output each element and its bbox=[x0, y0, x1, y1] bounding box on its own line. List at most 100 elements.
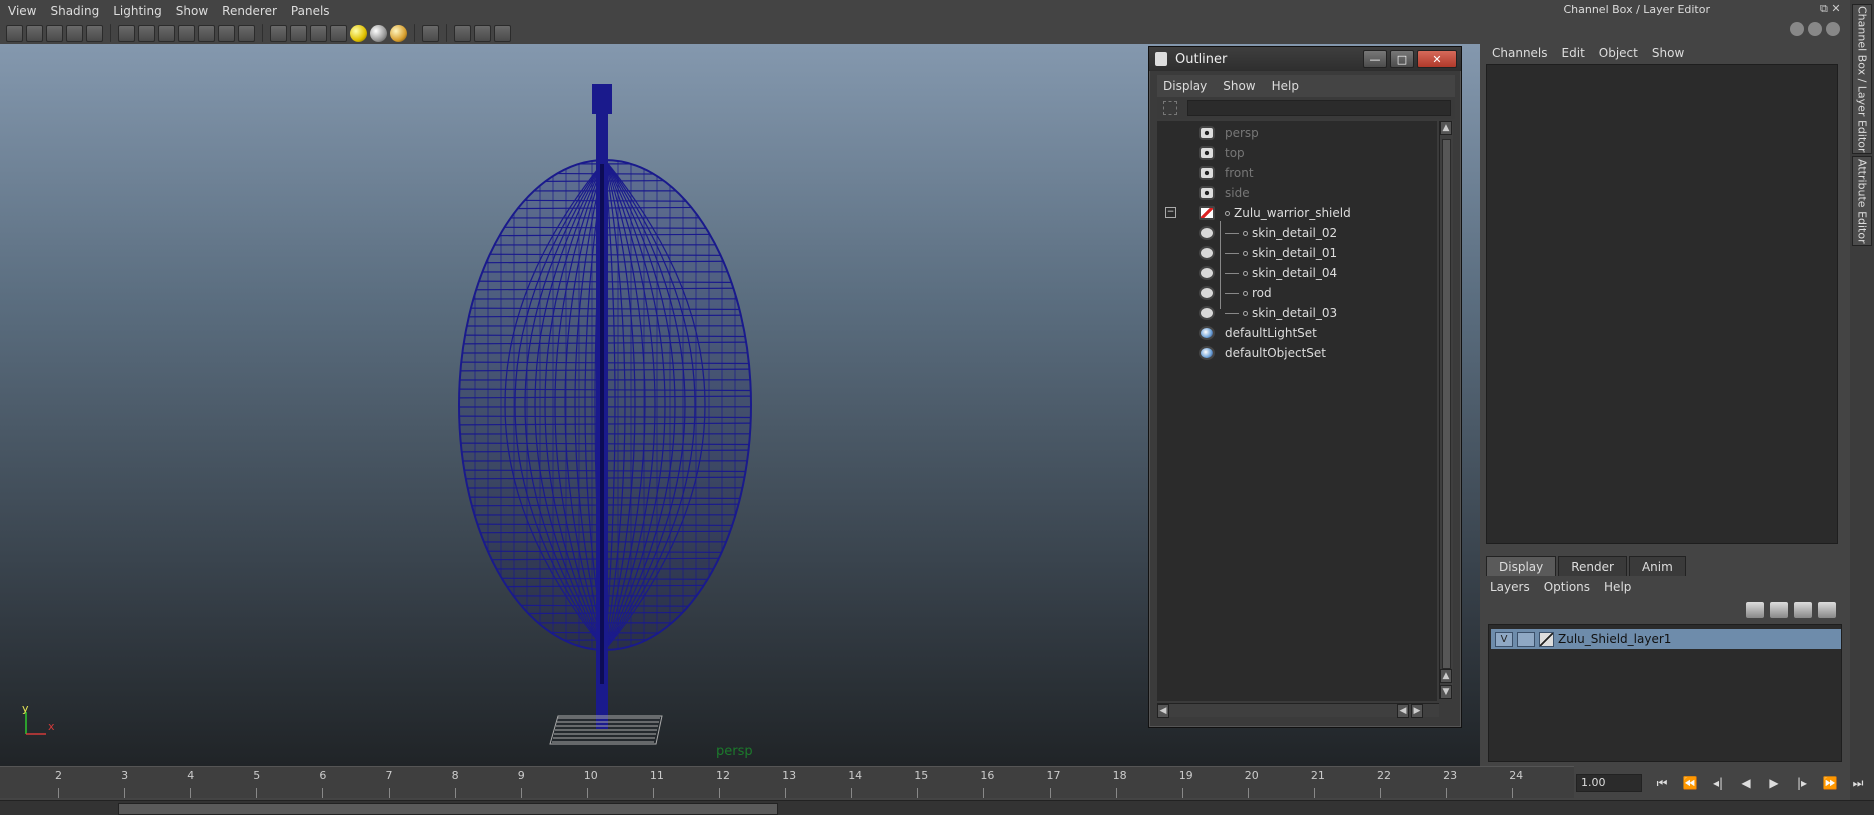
wireframe-icon[interactable] bbox=[270, 24, 287, 42]
time-slider[interactable]: 2 3 4 5 6 7 8 9 10 11 12 13 14 15 16 17 18 19 20 21 22 23 24 bbox=[0, 766, 1574, 798]
camera-attributes-icon[interactable] bbox=[26, 24, 43, 42]
resolution-gate-icon[interactable] bbox=[158, 24, 175, 42]
grid-icon[interactable] bbox=[118, 24, 135, 42]
outliner-menu-show[interactable]: Show bbox=[1223, 79, 1255, 93]
select-camera-icon[interactable] bbox=[6, 24, 23, 42]
scroll-thumb[interactable] bbox=[1442, 139, 1451, 669]
field-chart-icon[interactable] bbox=[198, 24, 215, 42]
menu-renderer[interactable]: Renderer bbox=[222, 4, 277, 18]
scroll-up-icon[interactable]: ▲ bbox=[1440, 121, 1452, 135]
outliner-item-skin-detail-02[interactable]: skin_detail_02 bbox=[1199, 223, 1337, 243]
attribute-editor-icon[interactable] bbox=[1808, 22, 1822, 36]
menu-view[interactable]: View bbox=[8, 4, 36, 18]
new-layer-from-selected-icon[interactable] bbox=[1818, 602, 1836, 618]
bookmarks-icon[interactable] bbox=[46, 24, 63, 42]
play-forward-icon[interactable]: ▶ bbox=[1764, 774, 1784, 792]
show-menu[interactable]: Show bbox=[1652, 46, 1684, 60]
side-tab-channel-box[interactable]: Channel Box / Layer Editor bbox=[1852, 4, 1872, 154]
options-menu[interactable]: Options bbox=[1544, 580, 1590, 594]
range-slider[interactable] bbox=[0, 800, 1874, 815]
minimize-button[interactable]: — bbox=[1363, 50, 1387, 68]
channel-box[interactable] bbox=[1486, 64, 1838, 544]
tab-display[interactable]: Display bbox=[1486, 556, 1557, 576]
step-forward-frame-icon[interactable]: |▸ bbox=[1792, 774, 1812, 792]
timeline-tick-mark bbox=[983, 788, 985, 798]
help-menu[interactable]: Help bbox=[1604, 580, 1631, 594]
menu-lighting[interactable]: Lighting bbox=[113, 4, 162, 18]
gate-mask-icon[interactable] bbox=[178, 24, 195, 42]
scroll-left-icon[interactable]: ◀ bbox=[1157, 704, 1169, 718]
layer-row[interactable]: V Zulu_Shield_layer1 bbox=[1491, 629, 1841, 649]
outliner-item-skin-detail-01[interactable]: skin_detail_01 bbox=[1199, 243, 1337, 263]
tool-settings-icon[interactable] bbox=[1826, 22, 1840, 36]
maximize-button[interactable]: □ bbox=[1390, 50, 1414, 68]
panel-float-icon[interactable]: ⧉ ✕ bbox=[1820, 2, 1841, 16]
textured-icon[interactable] bbox=[330, 24, 347, 42]
menu-panels[interactable]: Panels bbox=[291, 4, 330, 18]
smooth-shade-icon[interactable] bbox=[290, 24, 307, 42]
step-forward-key-icon[interactable]: ⏩ bbox=[1820, 774, 1840, 792]
outliner-menu-help[interactable]: Help bbox=[1272, 79, 1299, 93]
outliner-item-default-object-set[interactable]: defaultObjectSet bbox=[1199, 343, 1326, 363]
scroll-down-icon[interactable]: ▼ bbox=[1440, 685, 1452, 699]
outliner-tree[interactable]: persp top front side − Zulu_warrior_shie… bbox=[1157, 121, 1437, 701]
outliner-item-front[interactable]: front bbox=[1199, 163, 1254, 183]
wireframe-on-shaded-icon[interactable] bbox=[310, 24, 327, 42]
safe-title-icon[interactable] bbox=[238, 24, 255, 42]
use-all-lights-icon[interactable] bbox=[350, 24, 367, 42]
scroll-up-icon[interactable]: ▲ bbox=[1440, 669, 1452, 683]
menu-shading[interactable]: Shading bbox=[50, 4, 99, 18]
xray-joints-icon[interactable] bbox=[474, 24, 491, 42]
scroll-right-icon[interactable]: ▶ bbox=[1411, 704, 1423, 718]
outliner-item-persp[interactable]: persp bbox=[1199, 123, 1259, 143]
outliner-search-input[interactable] bbox=[1187, 100, 1451, 116]
channels-menu[interactable]: Channels bbox=[1492, 46, 1548, 60]
outliner-item-skin-detail-04[interactable]: skin_detail_04 bbox=[1199, 263, 1337, 283]
new-layer-icon[interactable] bbox=[1794, 602, 1812, 618]
outliner-horizontal-scrollbar[interactable]: ◀ ◀ ▶ bbox=[1157, 703, 1439, 718]
tab-anim[interactable]: Anim bbox=[1628, 556, 1686, 576]
go-to-end-icon[interactable]: ⏭ bbox=[1848, 774, 1868, 792]
move-layer-up-icon[interactable] bbox=[1746, 602, 1764, 618]
xray-icon[interactable] bbox=[454, 24, 471, 42]
outliner-item-side[interactable]: side bbox=[1199, 183, 1250, 203]
high-quality-lighting-icon[interactable] bbox=[390, 24, 407, 42]
outliner-menu-display[interactable]: Display bbox=[1163, 79, 1207, 93]
layers-menu[interactable]: Layers bbox=[1490, 580, 1530, 594]
outliner-item-top[interactable]: top bbox=[1199, 143, 1245, 163]
outliner-item-skin-detail-03[interactable]: skin_detail_03 bbox=[1199, 303, 1337, 323]
layer-display-type-toggle[interactable] bbox=[1517, 631, 1535, 647]
layer-list[interactable]: V Zulu_Shield_layer1 bbox=[1488, 624, 1842, 762]
step-back-frame-icon[interactable]: ◂| bbox=[1708, 774, 1728, 792]
isolate-select-icon[interactable] bbox=[422, 24, 439, 42]
filter-icon[interactable] bbox=[1163, 101, 1177, 115]
object-menu[interactable]: Object bbox=[1599, 46, 1638, 60]
xray-active-components-icon[interactable] bbox=[494, 24, 511, 42]
current-time-field[interactable]: 1.00 bbox=[1576, 774, 1642, 792]
film-gate-icon[interactable] bbox=[138, 24, 155, 42]
two-d-pan-icon[interactable] bbox=[86, 24, 103, 42]
collapse-toggle-icon[interactable]: − bbox=[1165, 207, 1176, 218]
outliner-vertical-scrollbar[interactable]: ▲ ▲ ▼ bbox=[1439, 121, 1453, 699]
layer-color-swatch[interactable] bbox=[1539, 631, 1554, 647]
menu-show[interactable]: Show bbox=[176, 4, 208, 18]
outliner-window[interactable]: Outliner — □ ✕ Display Show Help persp t… bbox=[1148, 46, 1462, 728]
side-tab-attribute-editor[interactable]: Attribute Editor bbox=[1852, 156, 1872, 246]
go-to-start-icon[interactable]: ⏮ bbox=[1652, 774, 1672, 792]
step-back-key-icon[interactable]: ⏪ bbox=[1680, 774, 1700, 792]
move-layer-down-icon[interactable] bbox=[1770, 602, 1788, 618]
close-button[interactable]: ✕ bbox=[1417, 50, 1457, 68]
outliner-item-group[interactable]: Zulu_warrior_shield bbox=[1199, 203, 1351, 223]
image-plane-icon[interactable] bbox=[66, 24, 83, 42]
outliner-item-default-light-set[interactable]: defaultLightSet bbox=[1199, 323, 1317, 343]
outliner-item-rod[interactable]: rod bbox=[1199, 283, 1272, 303]
tab-render[interactable]: Render bbox=[1558, 556, 1627, 576]
play-backward-icon[interactable]: ◀ bbox=[1736, 774, 1756, 792]
safe-action-icon[interactable] bbox=[218, 24, 235, 42]
layer-visibility-toggle[interactable]: V bbox=[1495, 631, 1513, 647]
shadows-icon[interactable] bbox=[370, 24, 387, 42]
range-slider-handle[interactable] bbox=[118, 803, 778, 815]
scroll-left-icon[interactable]: ◀ bbox=[1397, 704, 1409, 718]
edit-menu[interactable]: Edit bbox=[1562, 46, 1585, 60]
channel-box-icon[interactable] bbox=[1790, 22, 1804, 36]
